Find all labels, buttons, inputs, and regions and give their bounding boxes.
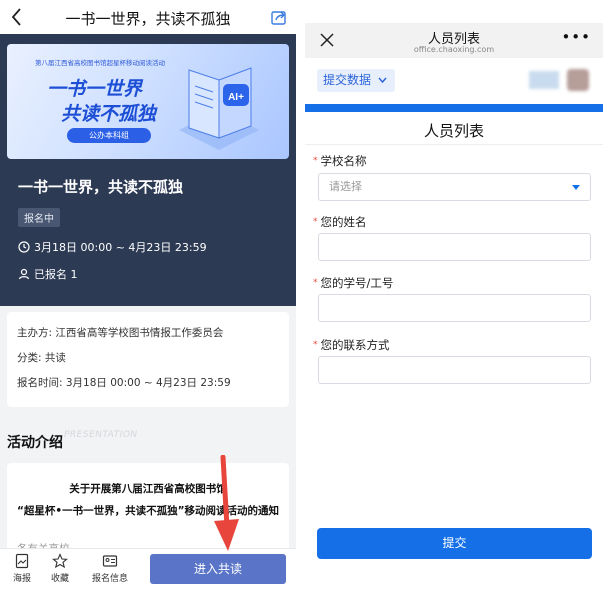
status-badge: 报名中: [18, 208, 60, 227]
signup-count-row: 已报名 1: [18, 266, 78, 282]
star-icon: [52, 553, 68, 569]
join-reading-button[interactable]: 进入共读: [150, 554, 286, 584]
section-title: 活动介绍: [7, 435, 63, 451]
field-label-id: * 您的学号/工号: [313, 276, 394, 290]
favorite-button[interactable]: 收藏: [38, 553, 82, 584]
student-id-input[interactable]: [318, 294, 591, 322]
share-icon[interactable]: [270, 8, 288, 26]
page-title: 一书一世界，共读不孤独: [65, 10, 231, 28]
banner-title-line2: 共读不孤独: [61, 103, 157, 125]
contact-input[interactable]: [318, 356, 591, 384]
field-label-school: * 学校名称: [313, 154, 367, 168]
organizer: 主办方: 江西省高等学校图书情报工作委员会: [17, 327, 224, 339]
favorite-label: 收藏: [50, 574, 69, 584]
signup-info-button[interactable]: 报名信息: [88, 553, 132, 584]
event-time: 3月18日 00:00 ~ 4月23日 23:59: [34, 241, 207, 254]
chevron-left-icon[interactable]: [8, 6, 26, 28]
event-time-row: 3月18日 00:00 ~ 4月23日 23:59: [18, 239, 207, 255]
top-bar: 一书一世界，共读不孤独: [0, 0, 296, 34]
required-mark: *: [313, 156, 318, 166]
event-banner: 第八届江西省高校图书馆超星杯移动阅读活动 一书一世界 共读不孤独 公办本科组 A…: [7, 44, 289, 159]
more-icon[interactable]: •••: [561, 28, 591, 46]
event-info-card: 主办方: 江西省高等学校图书情报工作委员会 分类: 共读 报名时间: 3月18日…: [7, 312, 289, 407]
caret-down-icon: [572, 185, 580, 190]
divider: [305, 144, 603, 145]
ai-badge: AI+: [228, 92, 244, 103]
bottom-action-bar: 海报 收藏 报名信息 进入共读: [0, 548, 296, 591]
name-input[interactable]: [318, 233, 591, 261]
accent-bar: [305, 104, 603, 112]
notice-line2: “超星杯•一书一世界，共读不孤独”移动阅读活动的通知: [16, 505, 279, 517]
banner-group-pill: 公办本科组: [67, 128, 151, 143]
header-url: office.chaoxing.com: [413, 45, 495, 54]
user-icon: [18, 268, 30, 280]
signup-info-icon: [102, 555, 118, 567]
signup-count: 已报名 1: [34, 268, 78, 281]
submit-data-dropdown[interactable]: 提交数据: [317, 69, 395, 92]
banner-subtitle: 第八届江西省高校图书馆超星杯移动阅读活动: [35, 59, 165, 67]
notice-line1: 关于开展第八届江西省高校图书馆: [69, 483, 227, 495]
submit-data-label: 提交数据: [323, 73, 372, 87]
required-mark: *: [313, 217, 318, 227]
event-detail-screen: 一书一世界，共读不孤独 第八届江西省高校图书馆超星杯移动阅读活动 一书一世界 共…: [0, 0, 296, 591]
school-select[interactable]: 请选择: [318, 173, 591, 201]
blurred-avatar: [529, 71, 559, 89]
submit-button[interactable]: 提交: [317, 528, 592, 559]
school-select-placeholder: 请选择: [329, 180, 362, 193]
banner-title-line1: 一书一世界: [47, 78, 143, 100]
required-mark: *: [313, 278, 318, 288]
field-label-contact: * 您的联系方式: [313, 338, 390, 352]
field-label-name: * 您的姓名: [313, 215, 367, 229]
clock-icon: [18, 241, 30, 253]
blurred-avatar[interactable]: [567, 69, 589, 91]
event-title: 一书一世界，共读不孤独: [18, 178, 184, 196]
chevron-down-icon: [378, 77, 387, 84]
form-title: 人员列表: [423, 122, 484, 140]
webview-header: 人员列表 office.chaoxing.com •••: [305, 23, 603, 58]
signup-time: 报名时间: 3月18日 00:00 ~ 4月23日 23:59: [17, 377, 231, 389]
member-list-form-screen: 人员列表 office.chaoxing.com ••• 提交数据 人员列表 *…: [305, 0, 603, 591]
book-illustration-icon: AI+: [179, 67, 259, 150]
required-mark: *: [313, 340, 318, 350]
section-subtitle: PRESENTATION: [64, 430, 138, 440]
poster-icon: [15, 553, 29, 569]
category: 分类: 共读: [17, 352, 66, 364]
signup-info-label: 报名信息: [91, 574, 128, 584]
